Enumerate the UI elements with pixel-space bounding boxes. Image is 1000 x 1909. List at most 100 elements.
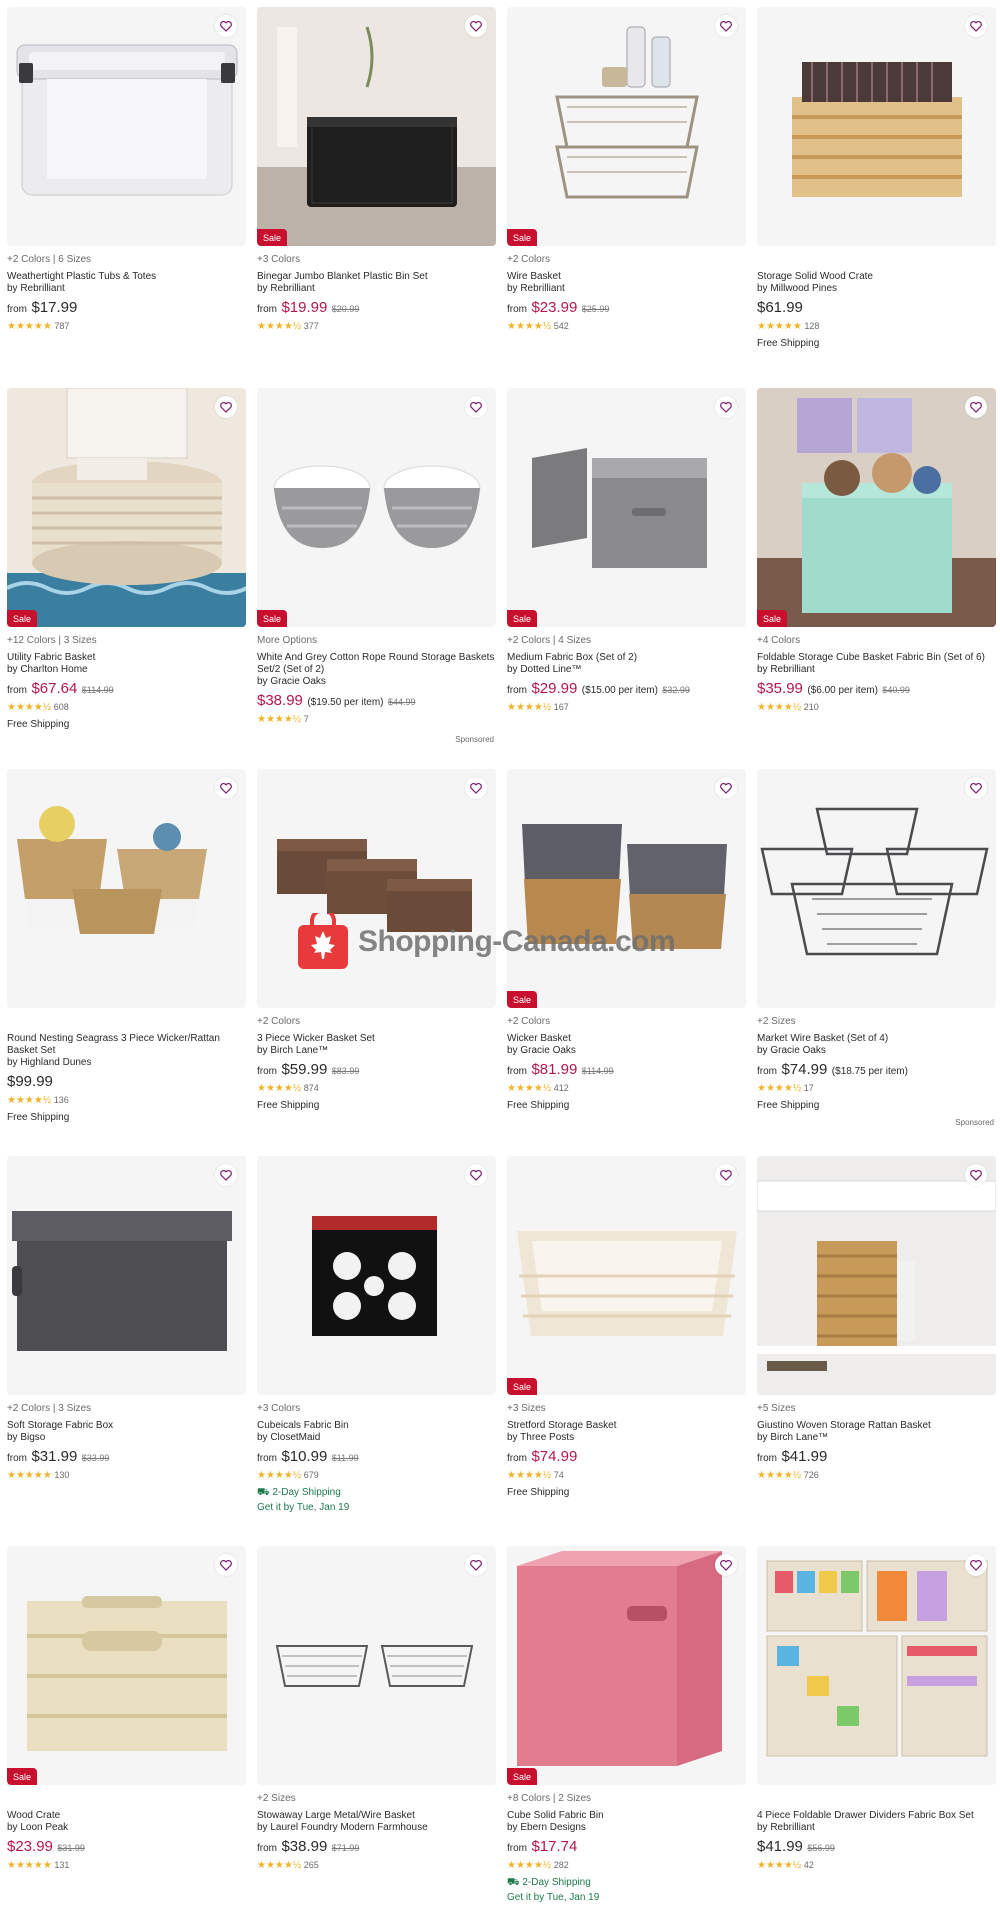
product-name[interactable]: Binegar Jumbo Blanket Plastic Bin Set xyxy=(257,271,496,283)
favorite-heart-icon[interactable] xyxy=(465,777,487,799)
rating[interactable]: ★★★★½ 726 xyxy=(757,1468,996,1482)
product-image[interactable]: Sale xyxy=(507,769,746,1008)
brand-name[interactable]: by Rebrilliant xyxy=(7,283,246,295)
product-card[interactable]: Sale +2 Colors | 4 Sizes Medium Fabric Bo… xyxy=(507,388,746,714)
product-image[interactable]: Sale xyxy=(507,388,746,627)
favorite-heart-icon[interactable] xyxy=(465,1164,487,1186)
brand-name[interactable]: by Rebrilliant xyxy=(757,1822,996,1834)
rating[interactable]: ★★★★★ 131 xyxy=(7,1858,246,1872)
product-card[interactable]: +3 Colors Cubeicals Fabric Bin by ClosetMa… xyxy=(257,1156,496,1513)
product-card[interactable]: Sale +3 Sizes Stretford Storage Basket by … xyxy=(507,1156,746,1498)
brand-name[interactable]: by Highland Dunes xyxy=(7,1057,246,1069)
product-image[interactable] xyxy=(257,1546,496,1785)
favorite-heart-icon[interactable] xyxy=(715,1554,737,1576)
favorite-heart-icon[interactable] xyxy=(715,15,737,37)
rating[interactable]: ★★★★½ 265 xyxy=(257,1858,496,1872)
rating[interactable]: ★★★★½ 136 xyxy=(7,1093,246,1107)
product-card[interactable]: Sale +12 Colors | 3 Sizes Utility Fabric … xyxy=(7,388,246,730)
favorite-heart-icon[interactable] xyxy=(215,15,237,37)
rating[interactable]: ★★★★½ 377 xyxy=(257,319,496,333)
product-name[interactable]: Market Wire Basket (Set of 4) xyxy=(757,1033,996,1045)
rating[interactable]: ★★★★½ 282 xyxy=(507,1858,746,1872)
brand-name[interactable]: by Charlton Home xyxy=(7,664,246,676)
product-name[interactable]: Utility Fabric Basket xyxy=(7,652,246,664)
product-name[interactable]: Cube Solid Fabric Bin xyxy=(507,1810,746,1822)
product-name[interactable]: Foldable Storage Cube Basket Fabric Bin … xyxy=(757,652,996,664)
product-image[interactable]: Sale xyxy=(507,1546,746,1785)
brand-name[interactable]: by Gracie Oaks xyxy=(257,676,496,688)
product-name[interactable]: Round Nesting Seagrass 3 Piece Wicker/Ra… xyxy=(7,1033,246,1057)
product-image[interactable]: Sale xyxy=(7,1546,246,1785)
rating[interactable]: ★★★★½ 874 xyxy=(257,1081,496,1095)
product-card[interactable]: Sale +3 Colors Binegar Jumbo Blanket Plas… xyxy=(257,7,496,333)
rating[interactable]: ★★★★½ 679 xyxy=(257,1468,496,1482)
brand-name[interactable]: by Gracie Oaks xyxy=(757,1045,996,1057)
favorite-heart-icon[interactable] xyxy=(215,777,237,799)
product-card[interactable]: +2 Sizes Stowaway Large Metal/Wire Basket… xyxy=(257,1546,496,1872)
product-card[interactable]: +2 Colors | 6 Sizes Weathertight Plastic … xyxy=(7,7,246,333)
favorite-heart-icon[interactable] xyxy=(965,1554,987,1576)
favorite-heart-icon[interactable] xyxy=(215,1554,237,1576)
brand-name[interactable]: by Laurel Foundry Modern Farmhouse xyxy=(257,1822,496,1834)
favorite-heart-icon[interactable] xyxy=(965,15,987,37)
product-image[interactable] xyxy=(257,1156,496,1395)
product-name[interactable]: Wire Basket xyxy=(507,271,746,283)
rating[interactable]: ★★★★½ 17 xyxy=(757,1081,996,1095)
product-card[interactable]: +2 Colors | 3 Sizes Soft Storage Fabric B… xyxy=(7,1156,246,1482)
brand-name[interactable]: by Ebern Designs xyxy=(507,1822,746,1834)
favorite-heart-icon[interactable] xyxy=(715,1164,737,1186)
favorite-heart-icon[interactable] xyxy=(215,396,237,418)
brand-name[interactable]: by Rebrilliant xyxy=(507,283,746,295)
product-name[interactable]: Wicker Basket xyxy=(507,1033,746,1045)
favorite-heart-icon[interactable] xyxy=(465,1554,487,1576)
rating[interactable]: ★★★★½ 608 xyxy=(7,700,246,714)
product-name[interactable]: 3 Piece Wicker Basket Set xyxy=(257,1033,496,1045)
product-name[interactable]: Giustino Woven Storage Rattan Basket xyxy=(757,1420,996,1432)
brand-name[interactable]: by Rebrilliant xyxy=(757,664,996,676)
rating[interactable]: ★★★★½ 42 xyxy=(757,1858,996,1872)
favorite-heart-icon[interactable] xyxy=(465,15,487,37)
brand-name[interactable]: by Loon Peak xyxy=(7,1822,246,1834)
product-card[interactable]: Sale +2 Colors Wicker Basket by Gracie Oak… xyxy=(507,769,746,1111)
brand-name[interactable]: by ClosetMaid xyxy=(257,1432,496,1444)
product-name[interactable]: Storage Solid Wood Crate xyxy=(757,271,996,283)
product-image[interactable]: Sale xyxy=(257,388,496,627)
rating[interactable]: ★★★★★ 128 xyxy=(757,319,996,333)
brand-name[interactable]: by Dotted Line™ xyxy=(507,664,746,676)
brand-name[interactable]: by Gracie Oaks xyxy=(507,1045,746,1057)
rating[interactable]: ★★★★★ 787 xyxy=(7,319,246,333)
product-card[interactable]: Round Nesting Seagrass 3 Piece Wicker/Ra… xyxy=(7,769,246,1123)
product-card[interactable]: Sale +8 Colors | 2 Sizes Cube Solid Fabri… xyxy=(507,1546,746,1903)
product-card[interactable]: 4 Piece Foldable Drawer Dividers Fabric … xyxy=(757,1546,996,1872)
product-image[interactable] xyxy=(757,769,996,1008)
product-card[interactable]: Storage Solid Wood Crate by Millwood Pine… xyxy=(757,7,996,349)
favorite-heart-icon[interactable] xyxy=(965,777,987,799)
product-image[interactable] xyxy=(7,7,246,246)
product-image[interactable] xyxy=(7,769,246,1008)
product-card[interactable]: Sale +2 Colors Wire Basket by Rebrilliant f… xyxy=(507,7,746,333)
rating[interactable]: ★★★★½ 542 xyxy=(507,319,746,333)
product-card[interactable]: Sale Wood Crate by Loon Peak $23.99 $31.99… xyxy=(7,1546,246,1872)
product-card[interactable]: +2 Sizes Market Wire Basket (Set of 4) by … xyxy=(757,769,996,1127)
product-image[interactable]: Sale xyxy=(757,388,996,627)
favorite-heart-icon[interactable] xyxy=(965,396,987,418)
rating[interactable]: ★★★★★ 130 xyxy=(7,1468,246,1482)
product-image[interactable]: Sale xyxy=(257,7,496,246)
product-name[interactable]: White And Grey Cotton Rope Round Storage… xyxy=(257,652,496,676)
brand-name[interactable]: by Rebrilliant xyxy=(257,283,496,295)
rating[interactable]: ★★★★½ 167 xyxy=(507,700,746,714)
product-name[interactable]: Medium Fabric Box (Set of 2) xyxy=(507,652,746,664)
brand-name[interactable]: by Millwood Pines xyxy=(757,283,996,295)
favorite-heart-icon[interactable] xyxy=(465,396,487,418)
product-name[interactable]: Wood Crate xyxy=(7,1810,246,1822)
favorite-heart-icon[interactable] xyxy=(215,1164,237,1186)
product-image[interactable] xyxy=(257,769,496,1008)
product-name[interactable]: Stretford Storage Basket xyxy=(507,1420,746,1432)
product-image[interactable] xyxy=(7,1156,246,1395)
product-image[interactable]: Sale xyxy=(507,7,746,246)
brand-name[interactable]: by Birch Lane™ xyxy=(757,1432,996,1444)
product-name[interactable]: Cubeicals Fabric Bin xyxy=(257,1420,496,1432)
product-name[interactable]: Stowaway Large Metal/Wire Basket xyxy=(257,1810,496,1822)
product-name[interactable]: 4 Piece Foldable Drawer Dividers Fabric … xyxy=(757,1810,996,1822)
rating[interactable]: ★★★★½ 210 xyxy=(757,700,996,714)
